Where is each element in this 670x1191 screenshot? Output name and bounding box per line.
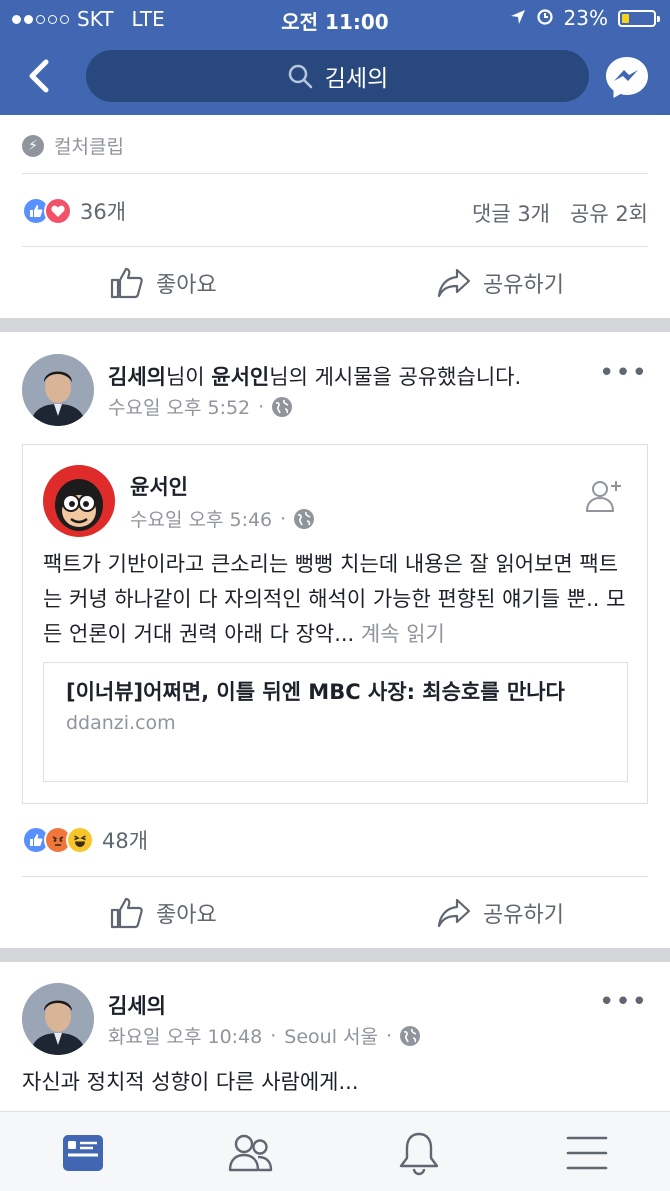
shared-post-card[interactable]: 윤서인 수요일 오후 5:46 · 팩트가 기반이라고 큰소리는 뻥뻥 치는데 … <box>22 444 648 804</box>
headline-text: 님의 게시물을 공유했습니다. <box>269 365 522 389</box>
share-label: 공유하기 <box>483 273 564 298</box>
post-meta: 수요일 오후 5:52 · <box>108 393 293 420</box>
feed-separator <box>0 318 670 332</box>
reaction-summary[interactable]: 36개 <box>22 196 126 226</box>
tab-friends[interactable] <box>228 1130 274 1176</box>
lightning-icon: ⚡ <box>22 134 44 157</box>
shared-author-name[interactable]: 윤서인 <box>130 475 188 499</box>
friends-icon <box>228 1134 273 1172</box>
author-name[interactable]: 김세의 <box>108 994 166 1018</box>
tab-news-feed[interactable] <box>60 1130 106 1176</box>
share-button[interactable]: 공유하기 <box>437 878 564 948</box>
tab-menu[interactable] <box>564 1130 610 1176</box>
link-preview[interactable]: [이너뷰]어쩌면, 이틀 뒤엔 MBC 사장: 최승호를 만나다 ddanzi.… <box>43 662 628 782</box>
more-options-button[interactable]: ••• <box>599 987 648 1017</box>
post-meta: 화요일 오후 10:48 · Seoul 서울 · <box>108 1022 421 1049</box>
person-photo-icon <box>22 983 94 1055</box>
bottom-tab-bar <box>0 1111 670 1191</box>
location-arrow-icon <box>510 6 526 30</box>
alarm-icon <box>536 6 554 30</box>
more-options-button[interactable]: ••• <box>599 358 648 388</box>
post-actions: 좋아요 공유하기 <box>0 248 670 318</box>
like-label: 좋아요 <box>156 273 217 298</box>
shared-from-name[interactable]: 윤서인 <box>211 365 269 389</box>
reaction-count: 48개 <box>102 829 149 853</box>
shared-author[interactable]: 윤서인 <box>130 471 188 501</box>
shared-author-avatar[interactable] <box>43 465 115 537</box>
post-body: 팩트가 기반이라고 큰소리는 뻥뻥 치는데 내용은 잘 읽어보면 팩트는 커녕 … <box>43 552 626 646</box>
add-friend-icon <box>586 481 621 512</box>
post-source[interactable]: ⚡ 컬처클립 <box>22 132 124 159</box>
author-name[interactable]: 김세의 <box>108 365 166 389</box>
like-button[interactable]: 좋아요 <box>110 878 217 948</box>
author-avatar[interactable] <box>22 983 94 1055</box>
headline-text: 님이 <box>165 365 212 389</box>
messenger-button[interactable] <box>604 54 650 100</box>
battery-icon <box>618 9 660 27</box>
post-text: 자신과 정치적 성향이 다른 사람에게... <box>22 1070 359 1094</box>
shared-post-time[interactable]: 수요일 오후 5:46 <box>130 505 272 532</box>
add-friend-button[interactable] <box>585 477 623 519</box>
search-bar[interactable]: 김세의 <box>86 50 589 102</box>
bell-icon <box>399 1132 439 1176</box>
search-query: 김세의 <box>324 66 389 92</box>
globe-icon <box>294 508 315 529</box>
share-headline: 김세의님이 윤서인님의 게시물을 공유했습니다. <box>108 361 521 391</box>
like-label: 좋아요 <box>156 903 217 928</box>
post-time[interactable]: 수요일 오후 5:52 <box>108 393 250 420</box>
post-actions: 좋아요 공유하기 <box>0 878 670 948</box>
news-feed-icon <box>63 1135 103 1171</box>
love-reaction-icon <box>44 197 72 225</box>
comment-count[interactable]: 댓글 3개 <box>472 198 550 228</box>
reaction-summary[interactable]: 48개 <box>22 825 148 855</box>
post-location[interactable]: Seoul 서울 <box>284 1022 378 1049</box>
see-more-link[interactable]: 계속 읽기 <box>361 622 445 646</box>
share-button[interactable]: 공유하기 <box>437 248 564 318</box>
link-title: [이너뷰]어쩌면, 이틀 뒤엔 MBC 사장: 최승호를 만나다 <box>66 680 565 704</box>
post-stats: 댓글 3개 공유 2회 <box>472 198 648 228</box>
divider <box>22 246 648 247</box>
reaction-count: 36개 <box>80 200 127 224</box>
hamburger-menu-icon <box>566 1136 608 1170</box>
source-name: 컬처클립 <box>54 136 124 158</box>
search-icon <box>288 64 312 89</box>
messenger-icon <box>606 57 648 98</box>
share-arrow-icon <box>437 898 471 928</box>
author-avatar[interactable] <box>22 354 94 426</box>
cut-off-text: — <box>22 115 62 123</box>
haha-reaction-icon <box>66 826 94 854</box>
post-author[interactable]: 김세의 <box>108 990 166 1020</box>
shared-post-text: 팩트가 기반이라고 큰소리는 뻥뻥 치는데 내용은 잘 읽어보면 팩트는 커녕 … <box>43 547 633 652</box>
chevron-left-icon <box>29 59 49 93</box>
cartoon-avatar-icon <box>43 465 115 537</box>
feed-separator <box>0 948 670 962</box>
divider <box>22 173 648 174</box>
thumbs-up-icon <box>110 897 143 929</box>
globe-icon <box>272 396 293 417</box>
shared-post-meta: 수요일 오후 5:46 · <box>130 505 315 532</box>
top-navigation-bar: 김세의 <box>0 38 670 115</box>
share-label: 공유하기 <box>483 903 564 928</box>
share-arrow-icon <box>437 268 471 298</box>
link-domain: ddanzi.com <box>66 712 176 734</box>
status-bar: SKT LTE 오전 11:00 23% <box>0 0 670 38</box>
share-count[interactable]: 공유 2회 <box>570 198 648 228</box>
tab-notifications[interactable] <box>396 1130 442 1176</box>
post-time[interactable]: 화요일 오후 10:48 <box>108 1022 262 1049</box>
battery-percent: 23% <box>563 6 608 30</box>
globe-icon <box>400 1025 421 1046</box>
back-button[interactable] <box>22 54 58 98</box>
thumbs-up-icon <box>110 267 143 299</box>
person-photo-icon <box>22 354 94 426</box>
like-button[interactable]: 좋아요 <box>110 248 217 318</box>
divider <box>22 876 648 877</box>
news-feed[interactable]: — ⚡ 컬처클립 36개 댓글 3개 공유 2회 좋아요 공유하기 <box>0 115 670 1111</box>
